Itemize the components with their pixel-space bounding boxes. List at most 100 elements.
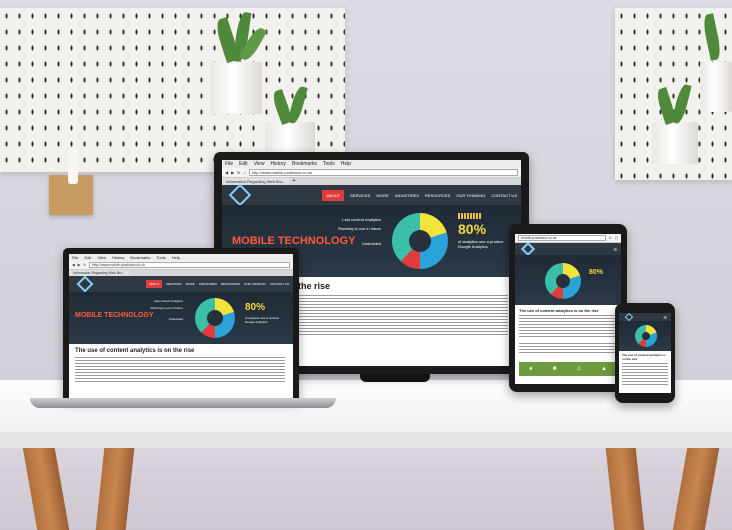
- nav-item-work[interactable]: WORK: [185, 282, 194, 286]
- article-body-text: [75, 357, 285, 383]
- hero-title: MOBILE TECHNOLOGY: [75, 312, 154, 319]
- menu-item[interactable]: Tools: [156, 255, 165, 260]
- site-nav: ☰: [515, 241, 621, 257]
- site-logo-icon[interactable]: [624, 313, 634, 322]
- plant-pot: [700, 62, 732, 112]
- stat-text: of analytics see a product Google Analyt…: [245, 316, 280, 324]
- hero-label: Undecided: [168, 317, 183, 321]
- laptop-base: [30, 398, 336, 408]
- stat-value: 80%: [458, 221, 487, 237]
- site-nav: ☰: [619, 313, 671, 322]
- article-headline: The use of content analytics is on the r…: [519, 308, 599, 313]
- nav-item-resources[interactable]: RESOURCES: [221, 282, 240, 286]
- nav-item-industries[interactable]: INDUSTRIES: [395, 193, 419, 198]
- donut-chart: [195, 298, 235, 338]
- forward-icon[interactable]: ▶: [78, 263, 81, 267]
- site-nav: ABOUT SERVICES WORK INDUSTRIES RESOURCES…: [69, 275, 293, 293]
- reload-icon[interactable]: ↻: [83, 263, 86, 267]
- feature-icon[interactable]: ●: [529, 366, 533, 372]
- hero-banner: [619, 321, 671, 351]
- article-headline: The use of content analytics is on the r…: [622, 353, 666, 361]
- menu-item[interactable]: Tools: [323, 161, 335, 167]
- hero-label: Last content Analytics: [153, 299, 183, 303]
- nav-item-contact[interactable]: CONTACT US: [270, 282, 289, 286]
- peg-clip: [68, 150, 78, 184]
- laptop-screen: File Edit View History Bookmarks Tools H…: [69, 254, 293, 398]
- stat-value: 80%: [589, 269, 604, 276]
- hero-label: Last content Analytics: [342, 217, 381, 222]
- nav-item-services[interactable]: SERVICES: [166, 282, 181, 286]
- article-body-text: [519, 343, 617, 353]
- hero-label: Planning to use in future: [150, 306, 183, 310]
- laptop-lid: File Edit View History Bookmarks Tools H…: [63, 248, 299, 400]
- feature-strip: ● ■ ♫ ▲: [519, 362, 617, 376]
- plant-pot: [210, 62, 262, 114]
- browser-tab[interactable]: Information Regarding Web Bro...: [222, 178, 290, 185]
- nav-item-work[interactable]: WORK: [376, 193, 388, 198]
- reload-icon[interactable]: ↻: [237, 170, 240, 175]
- browser-menubar: File Edit View History Bookmarks Tools H…: [69, 254, 293, 261]
- browser-toolbar: ◀ ▶ ↻ http://www.mobile.pcadvisor.co.uk: [69, 261, 293, 270]
- desk-edge: [0, 432, 732, 448]
- menu-item[interactable]: View: [97, 255, 106, 260]
- menu-item[interactable]: Edit: [239, 161, 248, 167]
- menu-item[interactable]: Bookmarks: [130, 255, 150, 260]
- feature-icon[interactable]: ■: [553, 366, 557, 372]
- home-icon[interactable]: ⌂: [244, 170, 246, 175]
- phone-screen: ☰ The use of content analytics is on the…: [619, 313, 671, 393]
- article-body-text: [622, 363, 668, 385]
- menu-item[interactable]: File: [225, 161, 233, 167]
- article-headline: The use of content analytics is on the r…: [75, 348, 195, 354]
- menu-item[interactable]: File: [72, 255, 78, 260]
- nav-item-thinking[interactable]: OUR THINKING: [456, 193, 485, 198]
- article: The use of content analytics is on the r…: [515, 305, 621, 356]
- browser-tab[interactable]: Information Regarding Web Bro...: [69, 270, 130, 276]
- back-icon[interactable]: ◀: [225, 170, 228, 175]
- menu-item[interactable]: Help: [341, 161, 351, 167]
- article: The use of content analytics is on the r…: [619, 351, 671, 387]
- menu-icon[interactable]: ☰: [613, 247, 617, 252]
- article: The use of content analytics is on the r…: [69, 344, 293, 387]
- phone: ☰ The use of content analytics is on the…: [615, 303, 675, 403]
- tablet: mobile.pcadvisor.co.uk ↻ ▢ ☰ 80% The use…: [509, 224, 627, 392]
- hero-banner: 80%: [515, 255, 621, 305]
- url-field[interactable]: http://www.mobile.pcadvisor.co.uk: [89, 262, 290, 268]
- menu-icon[interactable]: ☰: [663, 315, 667, 320]
- url-field[interactable]: http://www.mobile.pcadvisor.co.uk: [248, 169, 518, 176]
- forward-icon[interactable]: ▶: [231, 170, 234, 175]
- reload-icon[interactable]: ↻: [609, 236, 612, 240]
- nav-item-contact[interactable]: CONTACT US: [491, 193, 517, 198]
- site-logo-icon[interactable]: [76, 275, 94, 293]
- hero-labels: Last content Analytics Planning to use i…: [149, 298, 183, 323]
- donut-chart: [392, 213, 448, 269]
- menu-item[interactable]: Edit: [84, 255, 91, 260]
- people-icons: [458, 213, 481, 219]
- menu-item[interactable]: Help: [172, 255, 180, 260]
- nav-item-about[interactable]: ABOUT: [322, 189, 345, 201]
- article-body-text: [519, 315, 617, 339]
- hero-banner: MOBILE TECHNOLOGY Last content Analytics…: [69, 292, 293, 344]
- url-field[interactable]: mobile.pcadvisor.co.uk: [518, 235, 606, 241]
- nav-item-industries[interactable]: INDUSTRIES: [199, 282, 217, 286]
- site-logo-icon[interactable]: [228, 183, 252, 207]
- menu-item[interactable]: History: [270, 161, 286, 167]
- site-logo-icon[interactable]: [520, 241, 536, 257]
- menu-item[interactable]: View: [254, 161, 265, 167]
- nav-item-resources[interactable]: RESOURCES: [425, 193, 450, 198]
- plant-pot: [652, 122, 698, 164]
- browser-toolbar: mobile.pcadvisor.co.uk ↻ ▢: [515, 234, 621, 243]
- feature-icon[interactable]: ▲: [601, 366, 607, 372]
- browser-toolbar: ◀ ▶ ↻ ⌂ http://www.mobile.pcadvisor.co.u…: [222, 168, 521, 178]
- menu-item[interactable]: Bookmarks: [292, 161, 317, 167]
- nav-item-thinking[interactable]: OUR THINKING: [244, 282, 266, 286]
- hero-labels: Last content Analytics Planning to use i…: [337, 215, 381, 248]
- feature-icon[interactable]: ♫: [576, 366, 581, 372]
- new-tab-icon[interactable]: +: [290, 178, 299, 185]
- back-icon[interactable]: ◀: [72, 263, 75, 267]
- stat-value: 80%: [245, 302, 266, 313]
- tabs-icon[interactable]: ▢: [615, 236, 618, 240]
- tab-strip: Information Regarding Web Bro... +: [222, 178, 521, 185]
- nav-item-about[interactable]: ABOUT: [145, 280, 163, 288]
- menu-item[interactable]: History: [112, 255, 124, 260]
- nav-item-services[interactable]: SERVICES: [350, 193, 370, 198]
